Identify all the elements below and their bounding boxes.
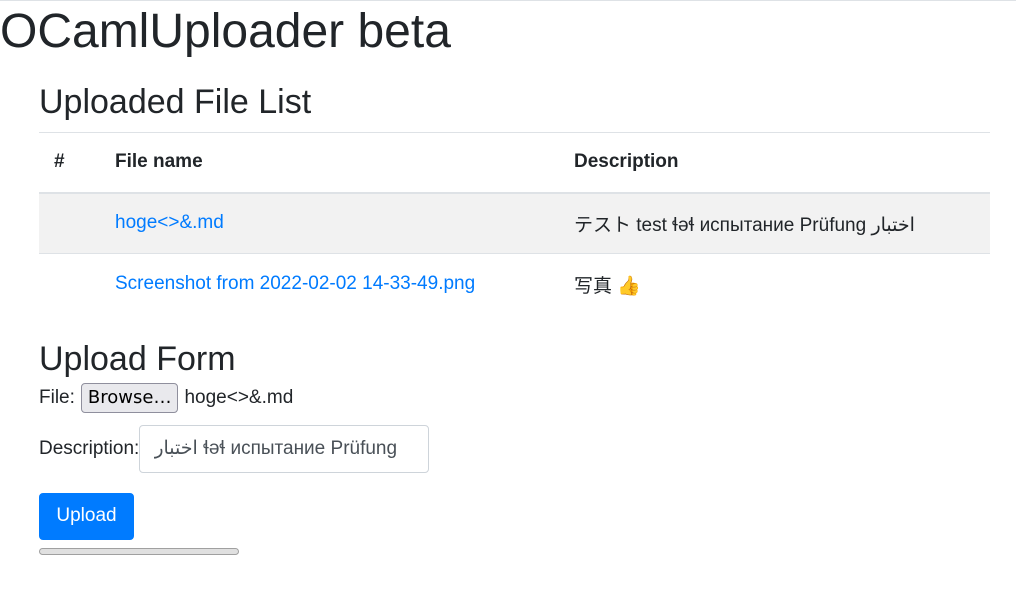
upload-button[interactable]: Upload: [39, 492, 134, 540]
column-header-description: Description: [574, 151, 679, 173]
file-table: # File name Description hoge<>&.md テスト t…: [39, 132, 990, 315]
column-header-file-name: File name: [115, 151, 203, 173]
file-label: File:: [39, 386, 75, 408]
file-description: テスト test ɬəɬ испытание Prüfung اختبار: [574, 214, 915, 236]
description-input[interactable]: [139, 424, 430, 473]
table-row: hoge<>&.md テスト test ɬəɬ испытание Prüfun…: [39, 192, 990, 254]
app-title: OCamlUploader beta: [0, 5, 451, 58]
selected-file-name: hoge<>&.md: [184, 386, 294, 408]
main-container: Uploaded File List # File name Descripti…: [39, 80, 990, 555]
upload-progress-bar: [39, 547, 239, 555]
column-header-number: #: [54, 151, 65, 173]
row-number: [39, 193, 100, 254]
file-link[interactable]: hoge<>&.md: [115, 212, 224, 233]
table-row: Screenshot from 2022-02-02 14-33-49.png …: [39, 254, 990, 315]
file-field-row: File: Browse… hoge<>&.md: [39, 382, 990, 413]
file-description: 写真 👍: [574, 275, 641, 297]
file-link[interactable]: Screenshot from 2022-02-02 14-33-49.png: [115, 273, 475, 294]
row-number: [39, 254, 100, 315]
description-label: Description:: [39, 437, 140, 459]
browse-button[interactable]: Browse…: [80, 382, 179, 413]
description-field-row: Description:: [39, 424, 990, 473]
table-header-row: # File name Description: [39, 132, 990, 193]
file-list-heading: Uploaded File List: [39, 83, 312, 121]
upload-form-heading: Upload Form: [39, 339, 236, 378]
